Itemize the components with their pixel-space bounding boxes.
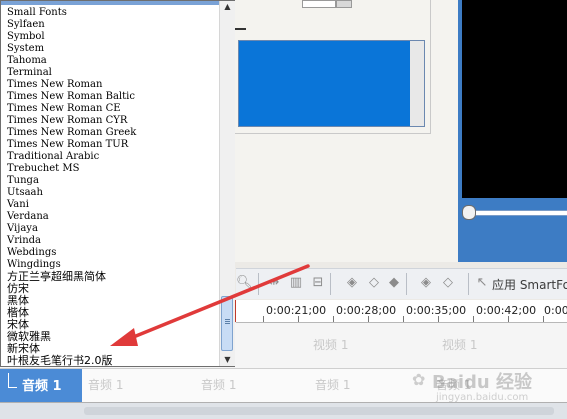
font-item[interactable]: Times New Roman Greek	[7, 127, 217, 139]
font-item[interactable]: 楷体	[7, 307, 217, 319]
font-item[interactable]: Symbol	[7, 31, 217, 43]
timeline-toolbar: 🔍︎ ⇹ ▥ ⊟ ◈ ◇ ◆ ◈ ◇ ↖ 应用 SmartFo	[236, 268, 567, 299]
preview-screen	[462, 0, 567, 198]
ruler-label: 0:00:35;00	[406, 304, 467, 317]
keyframe-copy-icon[interactable]: ◇	[440, 275, 456, 291]
scroll-down-icon[interactable]: ▼	[220, 354, 235, 366]
font-item[interactable]: Webdings	[7, 247, 217, 259]
dialog-divider-bottom	[230, 133, 431, 134]
font-item[interactable]: Times New Roman CE	[7, 103, 217, 115]
font-item[interactable]: Vijaya	[7, 223, 217, 235]
font-item[interactable]: Sylfaen	[7, 19, 217, 31]
toolbar-separator	[468, 273, 469, 295]
toolbar-separator	[406, 273, 407, 295]
ruler-tick	[473, 316, 474, 322]
ruler-tick	[403, 316, 404, 322]
font-dropdown-list[interactable]: Small Fonts Sylfaen Symbol System Tahoma Term…	[0, 0, 235, 367]
paw-icon: ✿	[412, 370, 426, 389]
timeline-ruler[interactable]: 0:00:21;00 0:00:28;00 0:00:35;00 0:00:42…	[234, 300, 567, 323]
font-item[interactable]: Vani	[7, 199, 217, 211]
size-spin-button[interactable]	[336, 0, 352, 8]
font-item[interactable]: Utsaah	[7, 187, 217, 199]
keyframe-next-icon[interactable]: ◆	[386, 275, 402, 291]
text-dialog	[230, 0, 458, 262]
ruler-tick	[438, 316, 439, 322]
font-item[interactable]: Vrinda	[7, 235, 217, 247]
font-item[interactable]: Times New Roman	[7, 79, 217, 91]
audio-clip-label: 音频 1	[201, 378, 237, 392]
audio-track-header[interactable]: 音频 1	[0, 369, 82, 403]
keyframe-prev-icon[interactable]: ◇	[366, 275, 382, 291]
font-item[interactable]: Trebuchet MS	[7, 163, 217, 175]
audio-clip-label: 音频 1	[88, 378, 124, 392]
font-item[interactable]: 叶根友毛笔行书2.0版	[7, 355, 217, 367]
video-clip-label: 视频 1	[442, 338, 478, 352]
text-edit-area[interactable]	[238, 40, 425, 127]
video-clip-label: 视频 1	[313, 338, 349, 352]
font-item[interactable]: Tahoma	[7, 55, 217, 67]
dialog-divider	[430, 0, 431, 133]
magnify-icon[interactable]: 🔍︎	[236, 275, 253, 291]
toolbar-separator	[258, 273, 259, 295]
ruler-tick	[543, 316, 544, 322]
ruler-tick	[263, 316, 264, 322]
preview-seek-knob[interactable]	[462, 205, 476, 220]
columns-icon[interactable]: ▥	[288, 275, 304, 291]
audio-track-name: 音频 1	[22, 379, 62, 394]
font-item[interactable]: Times New Roman TUR	[7, 139, 217, 151]
font-item[interactable]: Times New Roman CYR	[7, 115, 217, 127]
ruler-label: 0:00:42;00	[476, 304, 537, 317]
font-item[interactable]: Traditional Arabic	[7, 151, 217, 163]
font-item[interactable]: Small Fonts	[7, 7, 217, 19]
ruler-tick	[298, 316, 299, 322]
watermark: ✿ Baidu 经验 jingyan.baidu.com	[412, 362, 562, 412]
dropdown-top-edge	[1, 1, 234, 5]
split-icon[interactable]: ⇹	[266, 275, 282, 291]
scroll-up-icon[interactable]: ▲	[220, 1, 235, 13]
grip-icon	[225, 319, 230, 320]
preview-seek-track[interactable]	[466, 210, 567, 216]
watermark-brand: Baidu 经验	[432, 372, 533, 393]
size-spinbox[interactable]	[302, 0, 336, 8]
font-item[interactable]: 仿宋	[7, 283, 217, 295]
smartfix-icon[interactable]: ↖	[474, 275, 490, 291]
font-list-scrollbar[interactable]: ▲ ▼	[219, 1, 235, 366]
font-item[interactable]: Verdana	[7, 211, 217, 223]
font-item[interactable]: System	[7, 43, 217, 55]
keyframe-add-icon[interactable]: ◈	[344, 275, 360, 291]
ruler-label: 0:00:28;00	[336, 304, 397, 317]
trim-icon[interactable]: ⊟	[310, 275, 326, 291]
ruler-label: 0:00:21;00	[266, 304, 327, 317]
font-item[interactable]: Terminal	[7, 67, 217, 79]
ruler-tick	[333, 316, 334, 322]
font-item[interactable]: 方正兰亭超细黑简体	[7, 271, 217, 283]
font-item[interactable]: Tunga	[7, 175, 217, 187]
ruler-tick	[508, 316, 509, 322]
preview-panel	[458, 0, 567, 262]
font-item[interactable]: 黑体	[7, 295, 217, 307]
font-item[interactable]: Times New Roman Baltic	[7, 91, 217, 103]
ruler-tick	[368, 316, 369, 322]
underline-icon[interactable]	[234, 28, 246, 30]
text-edit-scrollbar[interactable]	[410, 41, 424, 126]
watermark-url: jingyan.baidu.com	[436, 392, 529, 403]
keyframe-remove-icon[interactable]: ◈	[418, 275, 434, 291]
tree-connector	[8, 373, 17, 388]
apply-smartfix-button[interactable]: 应用 SmartFo	[492, 276, 567, 293]
ruler-label: 0:00:4	[544, 304, 567, 317]
audio-clip-label: 音频 1	[315, 378, 351, 392]
font-items: Small Fonts Sylfaen Symbol System Tahoma Term…	[7, 7, 217, 367]
scrollbar-thumb[interactable]	[221, 296, 233, 351]
toolbar-separator	[330, 273, 331, 295]
